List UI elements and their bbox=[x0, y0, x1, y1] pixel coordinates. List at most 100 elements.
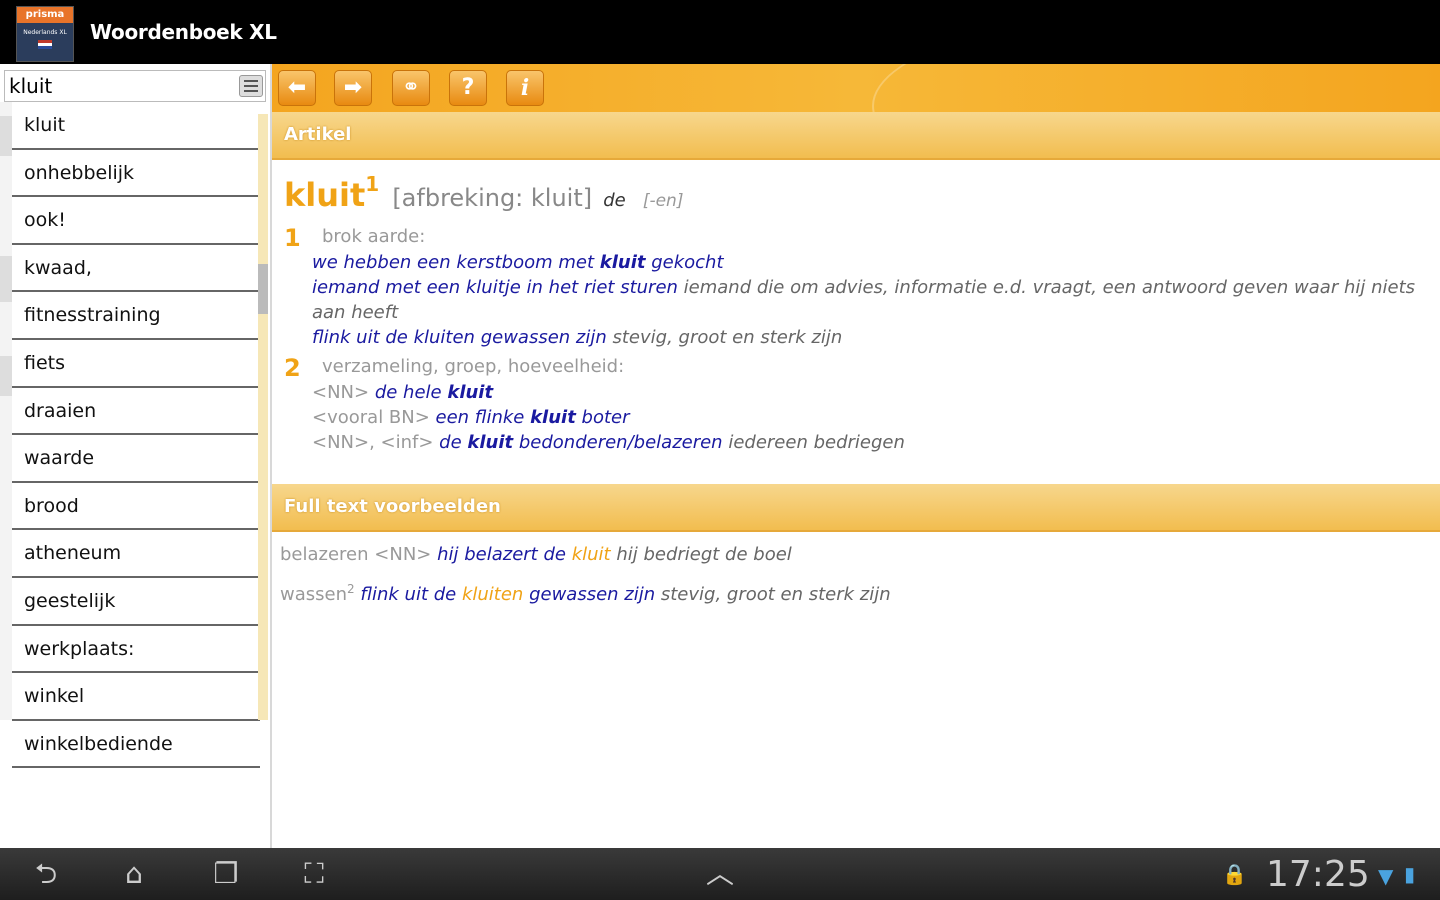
word-list-panel: kluitonhebbelijkook!kwaad,fitnesstrainin… bbox=[0, 64, 272, 848]
article-header-label: Artikel bbox=[284, 124, 352, 145]
example-text: iemand met een kluitje in het riet sture… bbox=[312, 277, 678, 298]
list-item[interactable]: waarde bbox=[12, 435, 260, 483]
app-title: Woordenboek XL bbox=[90, 20, 277, 44]
meaning: iedereen bedriegen bbox=[722, 432, 905, 453]
example-text: de hele bbox=[374, 382, 448, 403]
usage-label: <NN> bbox=[312, 382, 375, 403]
example: <NN> de hele kluit bbox=[312, 380, 1424, 405]
example-text: gewassen zijn bbox=[523, 584, 656, 605]
title-bar: prisma Nederlands XL Woordenboek XL bbox=[0, 0, 1440, 64]
usage-label: <NN>, <inf> bbox=[312, 432, 440, 453]
usage-label: <vooral BN> bbox=[312, 407, 436, 428]
clock: 17:25 bbox=[1266, 854, 1370, 895]
screenshot-icon[interactable]: ⛶ bbox=[292, 858, 336, 890]
list-item[interactable]: fiets bbox=[12, 340, 260, 388]
source-word: wassen bbox=[280, 584, 347, 605]
list-item[interactable]: werkplaats: bbox=[12, 626, 260, 674]
example-text: flink uit de kluiten gewassen zijn bbox=[312, 327, 607, 348]
list-item[interactable]: winkel bbox=[12, 673, 260, 721]
sense-definition: verzameling, groep, hoeveelheid: bbox=[322, 356, 625, 377]
forward-button[interactable]: ➡ bbox=[334, 70, 372, 106]
back-nav-icon[interactable]: ⮌ bbox=[24, 858, 68, 890]
logo-subtitle: Nederlands XL bbox=[23, 29, 67, 36]
chevron-up-icon[interactable]: ︿ bbox=[698, 858, 742, 890]
headword-line: kluit1 [afbreking: kluit] de [-en] bbox=[284, 172, 1424, 220]
list-item[interactable]: brood bbox=[12, 483, 260, 531]
example-text: hij belazert de bbox=[437, 544, 572, 565]
bag-icon: 🔒 bbox=[1222, 862, 1247, 886]
list-item[interactable]: winkelbediende bbox=[12, 721, 260, 769]
list-item[interactable]: onhebbelijk bbox=[12, 150, 260, 198]
keyword: kluit bbox=[530, 407, 576, 428]
highlight: kluit bbox=[571, 544, 611, 565]
example-text: bedonderen/belazeren bbox=[513, 432, 723, 453]
meaning: hij bedriegt de boel bbox=[610, 544, 792, 565]
scrollbar-thumb[interactable] bbox=[258, 264, 268, 314]
link-button[interactable]: ⚭ bbox=[392, 70, 430, 106]
home-icon[interactable]: ⌂ bbox=[112, 858, 156, 890]
article-header: Artikel bbox=[272, 112, 1440, 160]
senses: 1 brok aarde: we hebben een kerstboom met … bbox=[284, 224, 1424, 455]
list-item[interactable]: draaien bbox=[12, 388, 260, 436]
word-list-scrollbar[interactable] bbox=[258, 114, 268, 720]
example-text: boter bbox=[575, 407, 630, 428]
sense-number: 1 bbox=[284, 224, 301, 252]
usage-label: <NN> bbox=[368, 544, 438, 565]
list-item[interactable]: kwaad, bbox=[12, 245, 260, 293]
info-button[interactable]: i bbox=[506, 70, 544, 106]
sense: 2 verzameling, groep, hoeveelheid: <NN> de… bbox=[284, 354, 1424, 455]
example-text: gekocht bbox=[645, 252, 724, 273]
headword-number: 1 bbox=[365, 172, 380, 196]
list-item[interactable]: kluit bbox=[12, 102, 260, 150]
word-list: kluit onhebbelijk ook! kwaad, fitnesstrainin… bbox=[12, 102, 260, 769]
logo-brand: prisma bbox=[17, 7, 73, 23]
meaning: stevig, groot en sterk zijn bbox=[606, 327, 843, 348]
list-item[interactable]: ook! bbox=[12, 197, 260, 245]
help-button[interactable]: ? bbox=[449, 70, 487, 106]
example: iemand met een kluitje in het riet sture… bbox=[312, 275, 1424, 325]
fulltext-examples: belazeren <NN> hij belazert de kluit hij… bbox=[280, 538, 1430, 606]
headword: kluit bbox=[284, 176, 366, 214]
example-text: flink uit de bbox=[360, 584, 462, 605]
recent-apps-icon[interactable]: ❐ bbox=[204, 858, 248, 890]
fulltext-row[interactable]: belazeren <NN> hij belazert de kluit hij… bbox=[280, 538, 1430, 572]
list-menu-icon[interactable] bbox=[239, 75, 263, 97]
plural: [-en] bbox=[642, 191, 684, 211]
keyword: kluit bbox=[447, 382, 494, 403]
example: we hebben een kerstboom met kluit gekoch… bbox=[312, 250, 1424, 275]
source-word: belazeren bbox=[280, 544, 369, 565]
fulltext-header: Full text voorbeelden bbox=[272, 484, 1440, 532]
example: flink uit de kluiten gewassen zijn stevi… bbox=[312, 325, 1424, 350]
article-content: kluit1 [afbreking: kluit] de [-en] 1 brok… bbox=[284, 172, 1424, 455]
highlight: kluiten bbox=[461, 584, 524, 605]
gender: de bbox=[603, 190, 626, 211]
example: <NN>, <inf> de kluit bedonderen/belazere… bbox=[312, 430, 1424, 455]
fulltext-row[interactable]: wassen2 flink uit de kluiten gewassen zi… bbox=[280, 572, 1430, 606]
flag-icon bbox=[38, 40, 52, 49]
sense: 1 brok aarde: we hebben een kerstboom met … bbox=[284, 224, 1424, 350]
list-index-strip bbox=[0, 102, 12, 720]
search-input[interactable] bbox=[9, 74, 229, 98]
system-navbar: ⮌ ⌂ ❐ ⛶ ︿ 🔒 17:25 ▼ ▮ bbox=[0, 848, 1440, 900]
example-text: we hebben een kerstboom met bbox=[312, 252, 600, 273]
sense-definition: brok aarde: bbox=[322, 226, 426, 247]
fulltext-header-label: Full text voorbeelden bbox=[284, 496, 501, 517]
list-item[interactable]: atheneum bbox=[12, 530, 260, 578]
wifi-icon: ▼ bbox=[1378, 864, 1394, 888]
example: <vooral BN> een flinke kluit boter bbox=[312, 405, 1424, 430]
app-logo: prisma Nederlands XL bbox=[16, 6, 74, 62]
back-button[interactable]: ⬅ bbox=[278, 70, 316, 106]
list-item[interactable]: geestelijk bbox=[12, 578, 260, 626]
hyphenation: [afbreking: kluit] bbox=[392, 184, 593, 212]
toolbar: ⬅ ➡ ⚭ ? i bbox=[272, 64, 1440, 112]
sense-number: 2 bbox=[284, 354, 301, 382]
list-item[interactable]: fitnesstraining bbox=[12, 292, 260, 340]
meaning: stevig, groot en sterk zijn bbox=[655, 584, 891, 605]
keyword: kluit bbox=[599, 252, 646, 273]
keyword: kluit bbox=[467, 432, 514, 453]
example-text: de bbox=[439, 432, 468, 453]
battery-icon: ▮ bbox=[1404, 862, 1416, 886]
source-number: 2 bbox=[347, 582, 355, 596]
example-text: een flinke bbox=[435, 407, 531, 428]
search-box bbox=[4, 70, 266, 102]
